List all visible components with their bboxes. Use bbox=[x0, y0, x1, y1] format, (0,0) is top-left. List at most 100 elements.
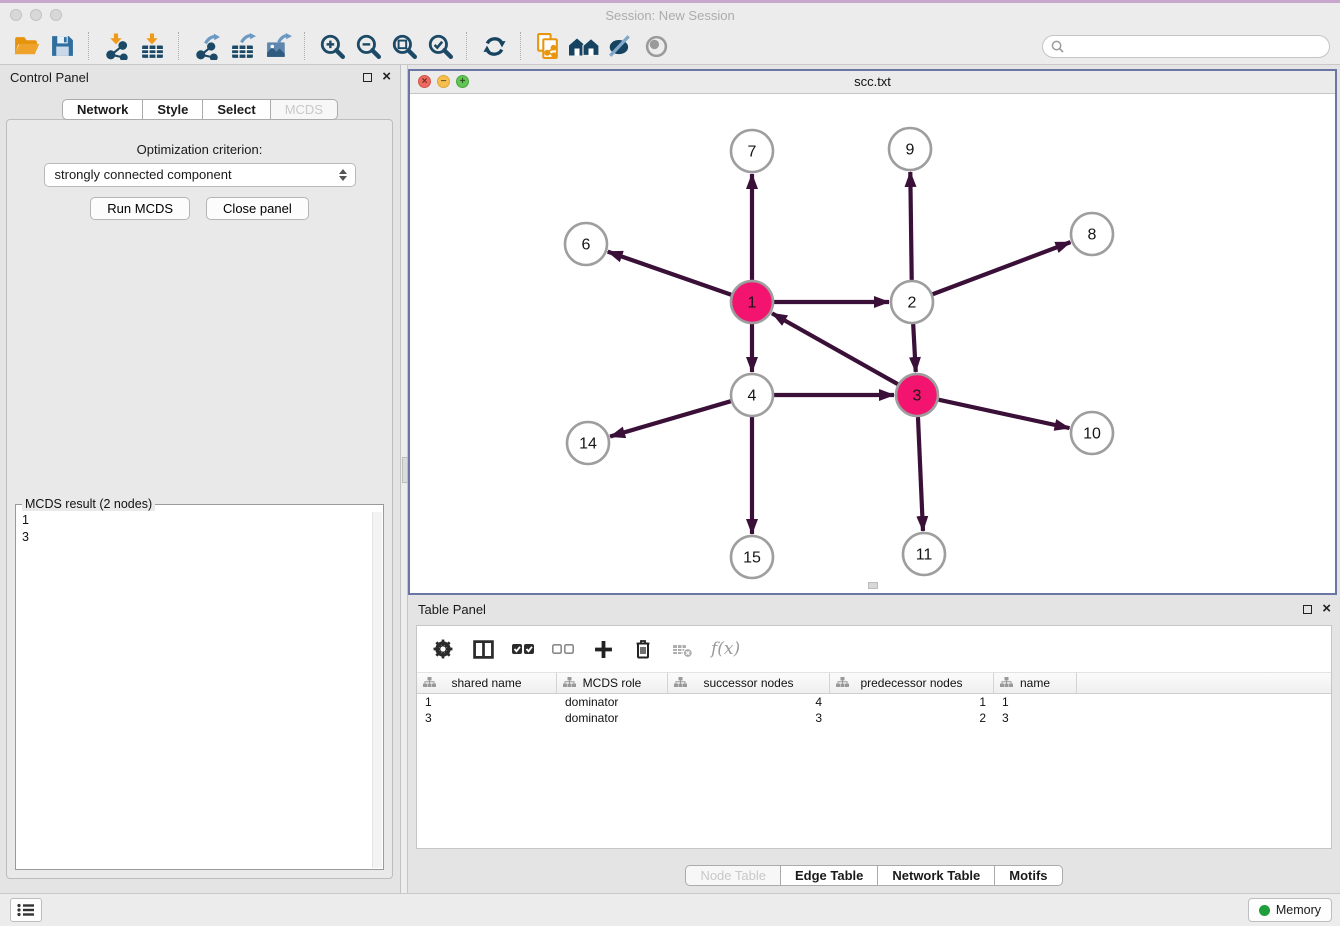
deselect-all-columns-icon[interactable] bbox=[551, 637, 575, 661]
network-close-icon[interactable]: × bbox=[418, 75, 431, 88]
graph-node-3[interactable]: 3 bbox=[896, 374, 938, 416]
graphics-details-icon[interactable] bbox=[602, 31, 638, 61]
memory-label: Memory bbox=[1276, 903, 1321, 917]
zoom-out-icon[interactable] bbox=[350, 31, 386, 61]
mcds-result-lines: 13 bbox=[22, 512, 377, 546]
network-window-titlebar[interactable]: × − + scc.txt bbox=[410, 71, 1335, 94]
criterion-dropdown-value: strongly connected component bbox=[55, 167, 232, 182]
open-session-icon[interactable] bbox=[8, 31, 44, 61]
graph-node-15[interactable]: 15 bbox=[731, 536, 773, 578]
mcds-result-title: MCDS result (2 nodes) bbox=[22, 497, 155, 511]
network-minimize-icon[interactable]: − bbox=[437, 75, 450, 88]
network-canvas[interactable]: 7 9 6 8 1 2 4 3 14 10 15 11 bbox=[410, 93, 1335, 593]
control-panel: Control Panel × NetworkStyleSelectMCDS O… bbox=[0, 65, 401, 894]
close-window-icon[interactable] bbox=[10, 9, 22, 21]
create-column-icon[interactable] bbox=[591, 637, 615, 661]
birds-eye-view-icon[interactable] bbox=[638, 31, 674, 61]
network-maximize-icon[interactable]: + bbox=[456, 75, 469, 88]
zoom-selected-icon[interactable] bbox=[422, 31, 458, 61]
function-builder-icon[interactable]: f(x) bbox=[711, 639, 740, 659]
edge-2-9[interactable] bbox=[910, 172, 911, 280]
toolbar-separator bbox=[178, 32, 180, 60]
graph-node-6[interactable]: 6 bbox=[565, 223, 607, 265]
table-tab-edge-table[interactable]: Edge Table bbox=[781, 865, 878, 886]
export-network-icon[interactable] bbox=[188, 31, 224, 61]
network-window-title: scc.txt bbox=[410, 71, 1335, 93]
graph-node-9[interactable]: 9 bbox=[889, 128, 931, 170]
cell-name: 1 bbox=[994, 694, 1077, 710]
apply-layout-icon[interactable] bbox=[476, 31, 512, 61]
table-tab-network-table[interactable]: Network Table bbox=[878, 865, 995, 886]
task-history-button[interactable] bbox=[10, 898, 42, 922]
column-header-name[interactable]: name bbox=[994, 673, 1077, 693]
zoom-in-icon[interactable] bbox=[314, 31, 350, 61]
clone-network-icon[interactable] bbox=[530, 31, 566, 61]
table-row[interactable]: 3dominator323 bbox=[417, 710, 1331, 726]
edge-4-14[interactable] bbox=[610, 401, 731, 436]
show-column-icon[interactable] bbox=[471, 637, 495, 661]
memory-status-icon bbox=[1259, 905, 1270, 916]
delete-column-icon[interactable] bbox=[631, 637, 655, 661]
edge-2-3[interactable] bbox=[913, 324, 916, 372]
edge-3-11[interactable] bbox=[918, 417, 923, 531]
cell-MCDS-role: dominator bbox=[557, 710, 668, 726]
table-mode-gear-icon[interactable] bbox=[431, 637, 455, 661]
table-tab-motifs[interactable]: Motifs bbox=[995, 865, 1062, 886]
result-scrollbar[interactable] bbox=[372, 512, 382, 868]
edge-3-1[interactable] bbox=[772, 313, 898, 384]
cell-MCDS-role: dominator bbox=[557, 694, 668, 710]
tab-select[interactable]: Select bbox=[203, 99, 270, 120]
graph-node-14[interactable]: 14 bbox=[567, 422, 609, 464]
home-view-icon[interactable] bbox=[566, 31, 602, 61]
table-row[interactable]: 1dominator411 bbox=[417, 694, 1331, 710]
column-header-successor-nodes[interactable]: successor nodes bbox=[668, 673, 830, 693]
traffic-lights[interactable] bbox=[10, 9, 62, 21]
float-table-panel-icon[interactable] bbox=[1303, 605, 1312, 614]
graph-node-8[interactable]: 8 bbox=[1071, 213, 1113, 255]
edge-3-10[interactable] bbox=[938, 400, 1069, 428]
tab-style[interactable]: Style bbox=[143, 99, 203, 120]
export-image-icon[interactable] bbox=[260, 31, 296, 61]
graph-node-4[interactable]: 4 bbox=[731, 374, 773, 416]
float-panel-icon[interactable] bbox=[363, 73, 372, 82]
import-network-icon[interactable] bbox=[98, 31, 134, 61]
svg-text:10: 10 bbox=[1083, 426, 1101, 443]
maximize-window-icon[interactable] bbox=[50, 9, 62, 21]
delete-table-icon[interactable] bbox=[671, 637, 695, 661]
import-table-icon[interactable] bbox=[134, 31, 170, 61]
tab-network[interactable]: Network bbox=[62, 99, 143, 120]
edge-2-8[interactable] bbox=[933, 242, 1071, 294]
cell-predecessor-nodes: 2 bbox=[830, 710, 994, 726]
close-panel-button[interactable]: Close panel bbox=[206, 197, 309, 220]
memory-button[interactable]: Memory bbox=[1248, 898, 1332, 922]
minimize-window-icon[interactable] bbox=[30, 9, 42, 21]
network-resize-grip[interactable] bbox=[868, 582, 878, 589]
column-header-MCDS-role[interactable]: MCDS role bbox=[557, 673, 668, 693]
table-tab-node-table[interactable]: Node Table bbox=[685, 865, 781, 886]
column-header-predecessor-nodes[interactable]: predecessor nodes bbox=[830, 673, 994, 693]
window-titlebar: Session: New Session bbox=[0, 3, 1340, 29]
cell-successor-nodes: 4 bbox=[668, 694, 830, 710]
graph-node-10[interactable]: 10 bbox=[1071, 412, 1113, 454]
list-icon bbox=[17, 903, 35, 917]
search-input[interactable] bbox=[1069, 36, 1329, 56]
tab-mcds[interactable]: MCDS bbox=[271, 99, 338, 120]
graph-node-2[interactable]: 2 bbox=[891, 281, 933, 323]
criterion-dropdown[interactable]: strongly connected component bbox=[44, 163, 356, 187]
graph-node-11[interactable]: 11 bbox=[903, 533, 945, 575]
svg-text:1: 1 bbox=[748, 295, 757, 312]
close-table-panel-icon[interactable]: × bbox=[1322, 604, 1331, 614]
search-box[interactable] bbox=[1042, 35, 1330, 58]
run-mcds-button[interactable]: Run MCDS bbox=[90, 197, 190, 220]
select-all-columns-icon[interactable] bbox=[511, 637, 535, 661]
zoom-fit-icon[interactable] bbox=[386, 31, 422, 61]
graph-node-7[interactable]: 7 bbox=[731, 130, 773, 172]
edge-1-6[interactable] bbox=[608, 252, 732, 295]
graph-node-1[interactable]: 1 bbox=[731, 281, 773, 323]
save-session-icon[interactable] bbox=[44, 31, 80, 61]
column-header-shared-name[interactable]: shared name bbox=[417, 673, 557, 693]
panel-splitter[interactable] bbox=[401, 65, 408, 894]
close-panel-icon[interactable]: × bbox=[382, 72, 391, 82]
cell-shared-name: 3 bbox=[417, 710, 557, 726]
export-table-icon[interactable] bbox=[224, 31, 260, 61]
